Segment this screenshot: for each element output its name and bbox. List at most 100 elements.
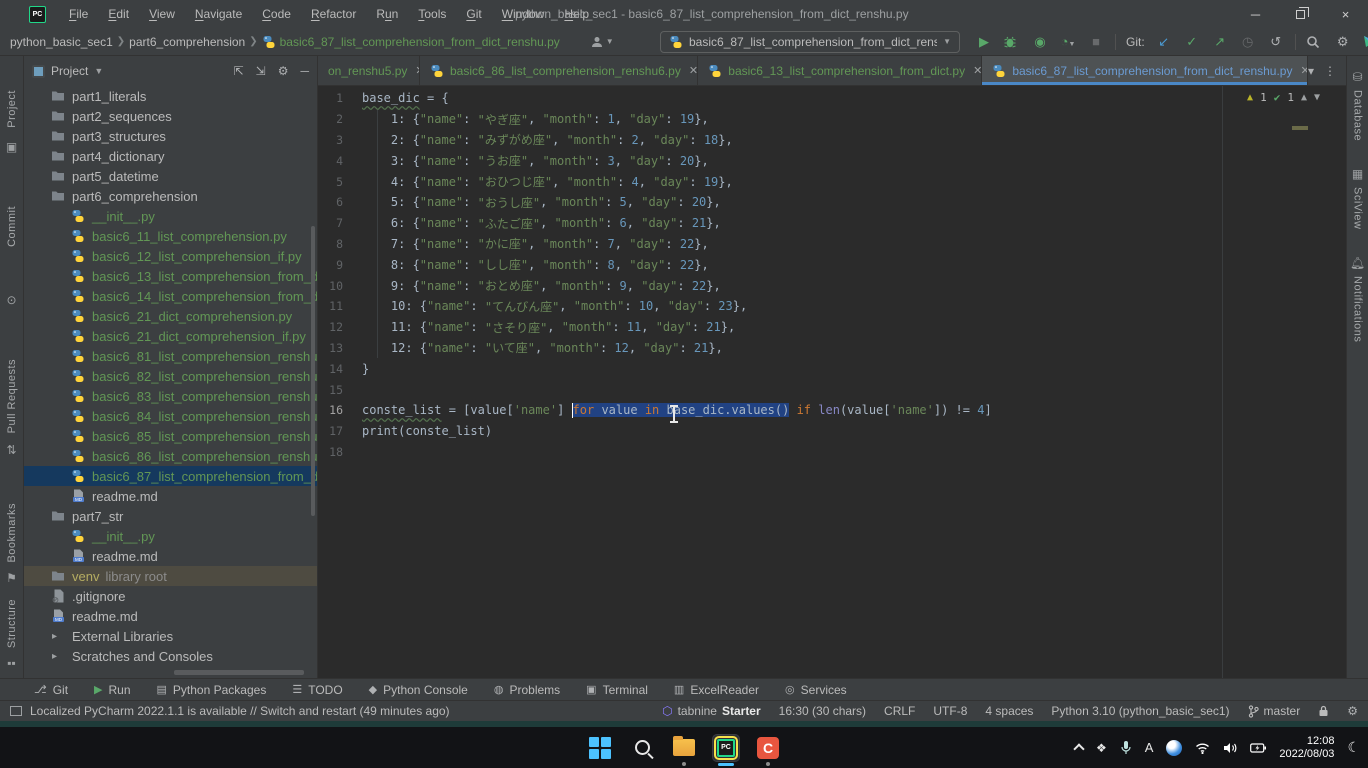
taskbar-search-button[interactable] [629,735,655,761]
tree-item[interactable]: ▸External Libraries [24,626,317,646]
select-opened-file-icon[interactable]: ⇱ [234,64,244,78]
tool-window-button-python-console[interactable]: ◆Python Console [369,683,468,697]
event-log-icon[interactable] [10,706,22,716]
tree-item[interactable]: basic6_12_list_comprehension_if.py [24,246,317,266]
settings-gear-icon[interactable]: ⚙ [1334,34,1352,50]
chevron-down-icon[interactable]: ▼ [94,66,103,76]
git-commit-button[interactable]: ✓ [1183,34,1201,50]
menu-git[interactable]: Git [457,3,490,25]
file-explorer-button[interactable] [671,735,697,761]
tree-item[interactable]: basic6_86_list_comprehension_renshu6.py [24,446,317,466]
more-options-kebab-icon[interactable]: ⋮ [1324,64,1336,78]
tabnine-widget[interactable]: ⬡ tabnine Starter [662,704,761,718]
tool-window-button-services[interactable]: ◎Services [785,683,847,697]
file-encoding[interactable]: UTF-8 [933,704,967,718]
profiler-button[interactable]: ◔▼ [1059,34,1077,49]
tree-item[interactable]: part7_str [24,506,317,526]
search-highlights-icon[interactable] [1166,740,1182,756]
tree-item[interactable]: basic6_82_list_comprehension_renshu2.py [24,366,317,386]
tree-item[interactable]: basic6_85_list_comprehension_renshu5.py [24,426,317,446]
tool-window-database[interactable]: Database [1352,90,1364,141]
tree-item[interactable]: MDreadme.md [24,486,317,506]
notifications-bell-icon[interactable]: 🔔︎ [1350,256,1365,270]
settings-gear-icon[interactable]: ⚙ [1347,704,1358,718]
menu-edit[interactable]: Edit [99,3,138,25]
tree-item[interactable]: basic6_14_list_comprehension_from_dict_i… [24,286,317,306]
wifi-icon[interactable] [1195,742,1210,754]
tool-window-button-git[interactable]: ⎇Git [34,683,68,697]
project-panel-title[interactable]: Project [51,64,88,78]
tool-window-structure[interactable]: Structure [6,599,18,648]
microphone-icon[interactable] [1120,740,1132,755]
ime-indicator[interactable]: A [1145,740,1154,755]
tree-item[interactable]: basic6_87_list_comprehension_from_dict_r… [24,466,317,486]
tree-item[interactable]: part5_datetime [24,166,317,186]
tool-window-sciview[interactable]: SciView [1352,187,1364,229]
tree-item[interactable]: basic6_84_list_comprehension_renshu4.py [24,406,317,426]
horizontal-scrollbar[interactable] [174,670,304,675]
tool-window-button-run[interactable]: ▶Run [94,683,130,697]
git-push-button[interactable]: ↗ [1211,34,1229,50]
tool-window-button-problems[interactable]: ◍Problems [494,683,560,697]
tree-item[interactable]: MDreadme.md [24,606,317,626]
vertical-scrollbar[interactable] [311,226,315,516]
show-hidden-tabs-icon[interactable]: ▾ [1308,64,1314,78]
run-coverage-button[interactable]: ◉ [1031,34,1049,50]
taskbar-clock[interactable]: 12:08 2022/08/03 [1279,735,1334,761]
line-separator[interactable]: CRLF [884,704,915,718]
bookmark-icon[interactable]: ⚑ [6,571,17,585]
close-tab-icon[interactable]: ✕ [689,64,698,77]
tool-window-button-todo[interactable]: ☰TODO [292,683,342,697]
breadcrumb-item[interactable]: part6_comprehension [129,35,245,49]
menu-code[interactable]: Code [253,3,300,25]
close-tab-icon[interactable]: ✕ [1300,64,1307,77]
tray-overflow-chevron-icon[interactable] [1073,743,1084,754]
tree-item[interactable]: part4_dictionary [24,146,317,166]
battery-icon[interactable] [1250,743,1266,753]
pycharm-taskbar-button[interactable]: PC [713,735,739,761]
run-configuration-select[interactable]: basic6_87_list_comprehension_from_dict_r… [660,31,960,53]
tree-item[interactable]: part2_sequences [24,106,317,126]
tool-window-commit[interactable]: Commit [6,206,18,247]
close-button[interactable]: × [1323,0,1368,28]
code-area[interactable]: 1base_dic = {2 1: {"name": "やぎ座", "month… [318,88,992,462]
next-problem-icon[interactable]: ▼ [1314,92,1320,103]
tree-item[interactable]: ▸Scratches and Consoles [24,646,317,666]
tree-item[interactable]: part6_comprehension [24,186,317,206]
tool-window-button-terminal[interactable]: ▣Terminal [586,683,648,697]
commit-icon[interactable]: ⊙ [6,293,16,307]
code-with-me-button[interactable]: ▼ [590,35,614,49]
tool-window-button-python-packages[interactable]: ▤Python Packages [157,683,267,697]
collapse-all-icon[interactable]: ⇲ [256,64,266,78]
run-button[interactable]: ▶ [975,34,993,50]
status-message[interactable]: Localized PyCharm 2022.1.1 is available … [30,704,450,718]
tree-item[interactable]: MDreadme.md [24,546,317,566]
prev-problem-icon[interactable]: ▲ [1301,92,1307,103]
breadcrumb-item[interactable]: python_basic_sec1 [10,35,113,49]
python-interpreter[interactable]: Python 3.10 (python_basic_sec1) [1051,704,1229,718]
menu-navigate[interactable]: Navigate [186,3,251,25]
menu-refactor[interactable]: Refactor [302,3,365,25]
editor-tab[interactable]: on_renshu5.py✕ [318,56,420,85]
search-everywhere-button[interactable] [1306,35,1324,49]
caret-position[interactable]: 16:30 (30 chars) [779,704,866,718]
restore-button[interactable] [1278,0,1323,28]
git-branch-widget[interactable]: master [1248,704,1301,718]
night-light-moon-icon[interactable]: ☾ [1347,739,1360,756]
tree-item[interactable]: basic6_21_dict_comprehension.py [24,306,317,326]
folder-icon[interactable]: ▣ [6,140,17,154]
tree-item[interactable]: basic6_11_list_comprehension.py [24,226,317,246]
tool-window-pull-requests[interactable]: Pull Requests [6,359,18,433]
tool-window-button-excelreader[interactable]: ▥ExcelReader [674,683,759,697]
inspections-widget[interactable]: ▲ 1 ✔ 1 ▲ ▼ [1247,91,1320,104]
menu-tools[interactable]: Tools [409,3,455,25]
tree-item[interactable]: part1_literals [24,86,317,106]
start-button[interactable] [587,735,613,761]
editor-tab[interactable]: basic6_86_list_comprehension_renshu6.py✕ [420,56,698,85]
tool-window-notifications[interactable]: Notifications [1352,276,1364,342]
database-icon[interactable]: ⛁ [1352,70,1362,84]
editor-tab[interactable]: basic6_13_list_comprehension_from_dict.p… [698,56,982,85]
hide-panel-icon[interactable]: ─ [300,64,309,78]
indent-setting[interactable]: 4 spaces [985,704,1033,718]
menu-run[interactable]: Run [367,3,407,25]
